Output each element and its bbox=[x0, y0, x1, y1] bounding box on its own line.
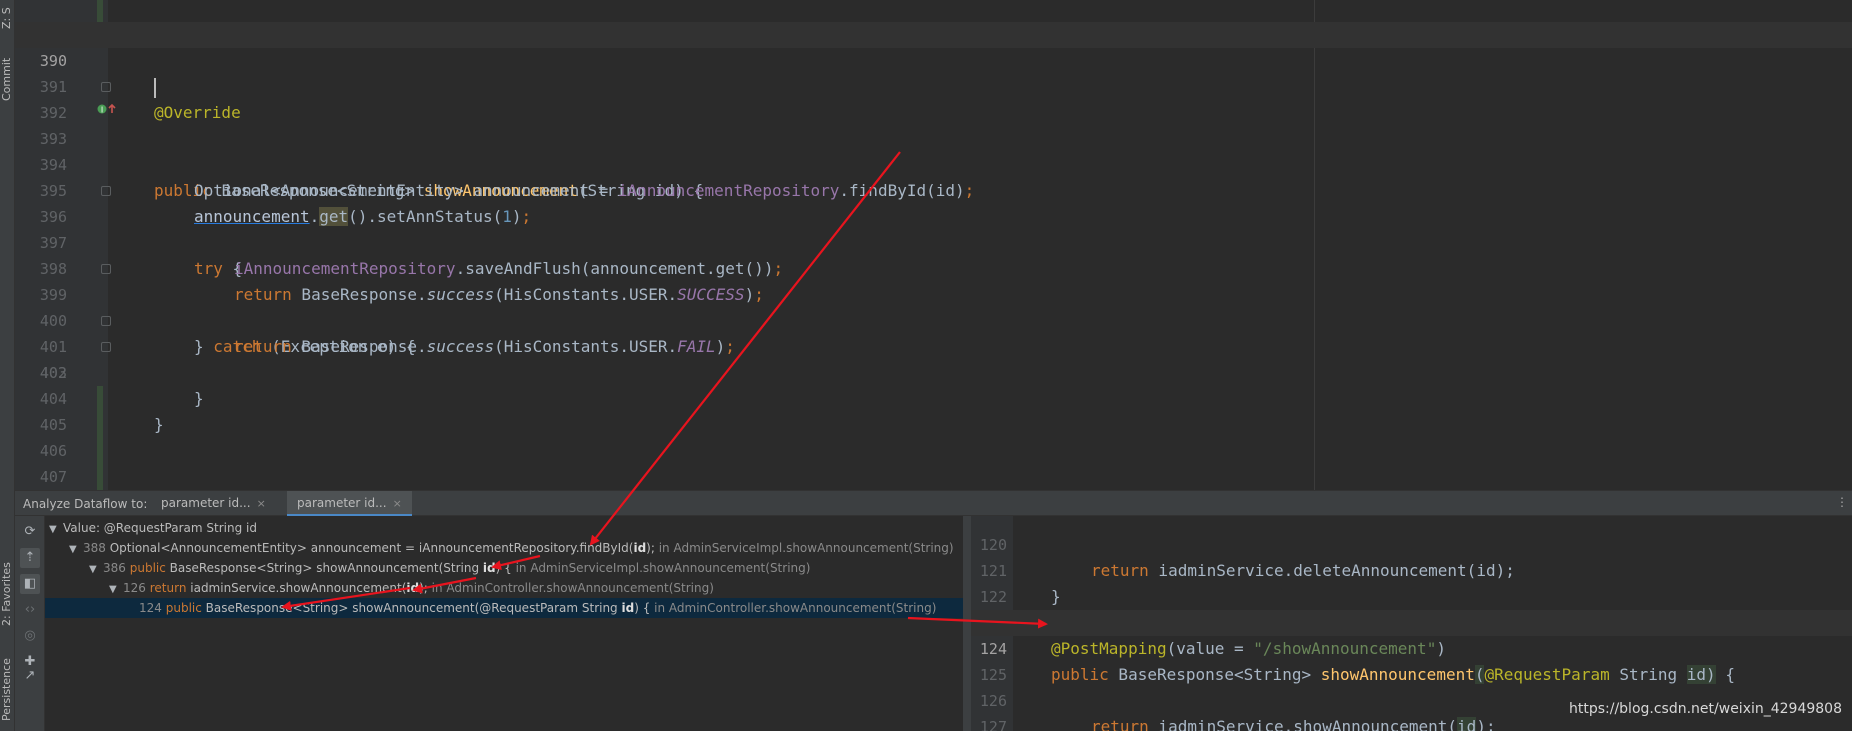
expand-triangle-icon[interactable]: ▼ bbox=[49, 520, 63, 540]
dataflow-toolbar: ⟳ ⇡ ◧ ‹› ◎ ✚ ↗ bbox=[15, 516, 45, 731]
code-line: 405 bbox=[15, 412, 1852, 438]
code-line-current: 390 bbox=[15, 22, 1852, 98]
refresh-icon[interactable]: ⟳ bbox=[20, 522, 40, 542]
tree-node-location: in AdminController.showAnnouncement(Stri… bbox=[650, 601, 937, 615]
tree-node-code: ) { bbox=[495, 561, 512, 575]
code-icon[interactable]: ‹› bbox=[20, 600, 40, 620]
fold-marker-icon[interactable] bbox=[101, 264, 111, 274]
preview-line: 125 bbox=[971, 636, 1852, 684]
panel-settings-icon[interactable]: ⋮ bbox=[1836, 495, 1848, 509]
tree-node-code: ); bbox=[646, 541, 655, 555]
dataflow-panel-header: Analyze Dataflow to: parameter id... × pa… bbox=[15, 490, 1852, 517]
preview-line: 123 @PostMapping(value = "/showAnnouncem… bbox=[971, 584, 1852, 658]
tree-node-location: in AdminController.showAnnouncement(Stri… bbox=[427, 581, 714, 595]
panel-title: Analyze Dataflow to: bbox=[23, 497, 148, 511]
code-line: 406 bbox=[15, 438, 1852, 464]
preview-line: 126 return iadminService.showAnnouncemen… bbox=[971, 662, 1852, 731]
code-line: 404 bbox=[15, 386, 1852, 412]
tree-node-code: BaseResponse<String> showAnnouncement(St… bbox=[165, 561, 483, 575]
close-icon[interactable]: × bbox=[393, 497, 402, 510]
tree-node-location: in AdminServiceImpl.showAnnouncement(Str… bbox=[511, 561, 811, 575]
code-line: 393 bbox=[15, 100, 1852, 148]
close-icon[interactable]: × bbox=[257, 497, 266, 510]
preview-line-current: 124 public BaseResponse<String> showAnno… bbox=[971, 610, 1852, 684]
tree-node-target: id bbox=[621, 601, 635, 615]
tree-node-target: id bbox=[406, 581, 420, 595]
preview-line: 121 } bbox=[971, 532, 1852, 606]
tree-line-number: 124 bbox=[139, 601, 162, 615]
tab-parameter-id-1[interactable]: parameter id... × bbox=[151, 491, 276, 517]
watermark: https://blog.csdn.net/weixin_42949808 bbox=[1568, 701, 1842, 717]
tree-node-label: Value: @RequestParam String id bbox=[63, 521, 257, 535]
tree-line-number: 126 bbox=[123, 581, 146, 595]
tree-node-code: Optional<AnnouncementEntity> announcemen… bbox=[109, 541, 634, 555]
tree-line-number: 388 bbox=[83, 541, 106, 555]
fold-marker-icon[interactable] bbox=[101, 186, 111, 196]
panel-splitter[interactable] bbox=[963, 516, 971, 731]
code-line: 389 bbox=[15, 0, 1852, 44]
code-preview[interactable]: 120 return iadminService.deleteAnnouncem… bbox=[971, 516, 1852, 731]
tab-label: parameter id... bbox=[161, 496, 251, 510]
preview-toggle-icon[interactable]: ◧ bbox=[20, 574, 40, 594]
code-line: 401 } bbox=[15, 308, 1852, 408]
code-line: 398 return BaseResponse.success(HisConst… bbox=[15, 230, 1852, 304]
expand-triangle-icon[interactable]: ▼ bbox=[109, 580, 123, 600]
line-number: 407 bbox=[39, 468, 67, 486]
tree-node-target: id bbox=[482, 561, 496, 575]
code-line: 392 I public BaseResponse<String> showAn… bbox=[15, 74, 1852, 200]
structure-tab[interactable]: Z: S bbox=[0, 0, 15, 36]
tree-node[interactable]: ▼ 386 public BaseResponse<String> showAnn… bbox=[45, 558, 963, 578]
code-editor[interactable]: 389 390 391 @Override 392 I public BaseR… bbox=[15, 0, 1852, 490]
persistence-tab[interactable]: Persistence bbox=[0, 650, 15, 730]
group-icon[interactable]: ◎ bbox=[20, 626, 40, 646]
code-line: 407 bbox=[15, 464, 1852, 490]
favorites-tab[interactable]: 2: Favorites bbox=[0, 548, 15, 640]
line-number: 404 bbox=[39, 390, 67, 408]
tree-node-code: ) { bbox=[634, 601, 651, 615]
code-line: 395 announcement.get().setAnnStatus(1); bbox=[15, 152, 1852, 226]
expand-triangle-icon[interactable]: ▼ bbox=[89, 560, 103, 580]
code-line: 394 Optional<AnnouncementEntity> announc… bbox=[15, 126, 1852, 200]
code-line: 396 try { bbox=[15, 178, 1852, 278]
left-tool-strip: Z: S Commit 2: Favorites Persistence bbox=[0, 0, 15, 731]
fold-marker-icon[interactable] bbox=[101, 316, 111, 326]
code-line: 391 @Override bbox=[15, 48, 1852, 122]
preview-line: 122 bbox=[971, 558, 1852, 606]
tab-parameter-id-2[interactable]: parameter id... × bbox=[287, 491, 412, 517]
preview-line: 120 return iadminService.deleteAnnouncem… bbox=[971, 516, 1852, 580]
tree-node[interactable]: ▼ 388 Optional<AnnouncementEntity> announ… bbox=[45, 538, 963, 558]
code-line: 397 iAnnouncementRepository.saveAndFlush… bbox=[15, 204, 1852, 278]
tree-node[interactable]: ▼ 126 return iadminService.showAnnounceme… bbox=[45, 578, 963, 598]
code-line: 400 return BaseResponse.success(HisConst… bbox=[15, 282, 1852, 356]
code-line: 402 } bbox=[15, 334, 1852, 434]
tree-node-selected[interactable]: 124 public BaseResponse<String> showAnno… bbox=[45, 598, 963, 618]
expand-all-icon[interactable]: ⇡ bbox=[20, 548, 40, 568]
fold-marker-icon[interactable] bbox=[101, 82, 111, 92]
tab-label: parameter id... bbox=[297, 496, 387, 510]
dataflow-tree[interactable]: ▼ Value: @RequestParam String id ▼ 388 Opt… bbox=[45, 516, 963, 731]
tree-node-code: ); bbox=[419, 581, 428, 595]
tree-node-target: id bbox=[633, 541, 647, 555]
tree-root-node[interactable]: ▼ Value: @RequestParam String id bbox=[45, 518, 963, 538]
line-number: 406 bbox=[39, 442, 67, 460]
expand-triangle-icon[interactable]: ▼ bbox=[69, 540, 83, 560]
line-number: 403 bbox=[39, 364, 67, 382]
tree-keyword: public bbox=[165, 601, 202, 615]
commit-tab[interactable]: Commit bbox=[0, 48, 15, 110]
tree-keyword: public bbox=[129, 561, 166, 575]
tree-keyword: return bbox=[149, 581, 187, 595]
fold-marker-icon[interactable] bbox=[101, 342, 111, 352]
code-line: 403 bbox=[15, 360, 1852, 386]
code-line: 399 } catch (Exception e) { bbox=[15, 256, 1852, 356]
line-number: 405 bbox=[39, 416, 67, 434]
tree-node-location: in AdminServiceImpl.showAnnouncement(Str… bbox=[654, 541, 954, 555]
export-icon[interactable]: ↗ bbox=[20, 666, 40, 686]
tree-node-code: BaseResponse<String> showAnnouncement(@R… bbox=[201, 601, 622, 615]
tree-line-number: 386 bbox=[103, 561, 126, 575]
tree-node-code: iadminService.showAnnouncement( bbox=[186, 581, 407, 595]
